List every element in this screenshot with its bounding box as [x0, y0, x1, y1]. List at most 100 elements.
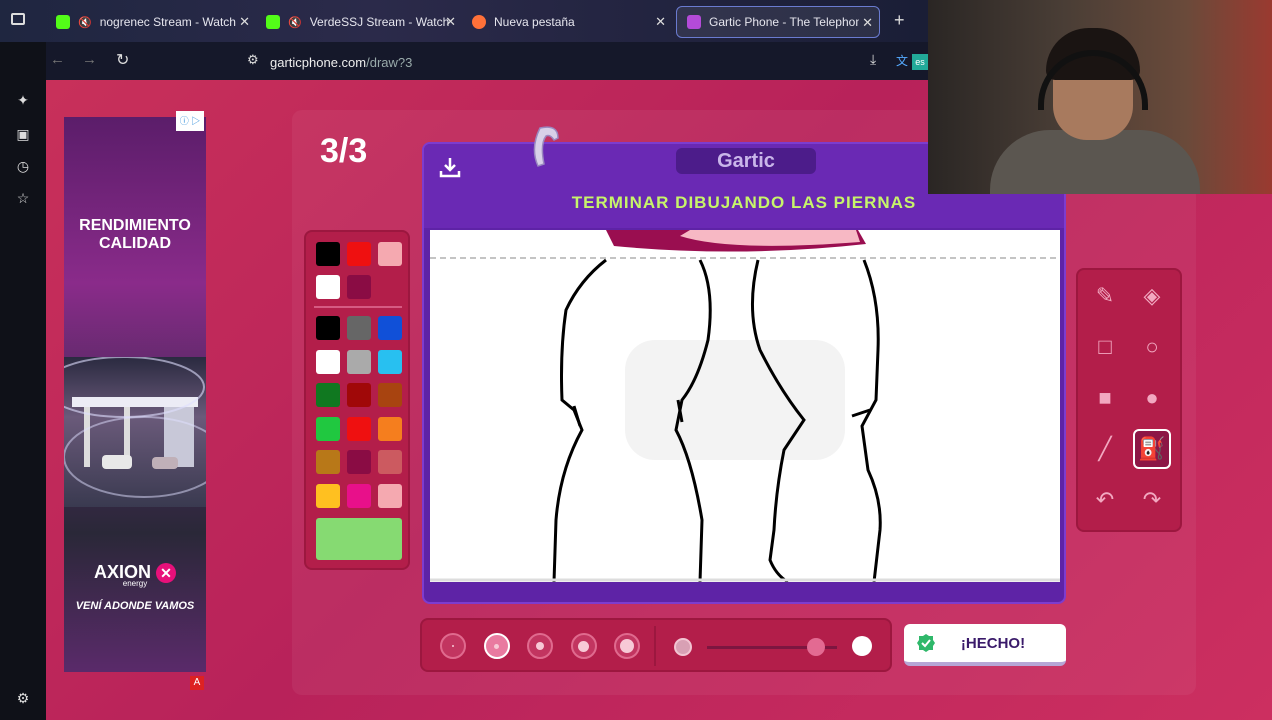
webcam-overlay	[928, 0, 1272, 194]
rect-fill-icon: ■	[1098, 385, 1112, 410]
color-swatch[interactable]	[347, 416, 371, 441]
checkmark-icon	[917, 634, 935, 652]
done-label: ¡HECHO!	[960, 634, 1026, 652]
line-tool-button[interactable]: ╱	[1086, 429, 1124, 469]
phone-handset-icon	[533, 126, 559, 167]
muted-icon[interactable]: 🔇	[78, 16, 92, 29]
divider	[654, 626, 656, 666]
translate-icon[interactable]: 文	[896, 52, 908, 69]
lang-badge[interactable]: es	[912, 54, 928, 70]
close-tab-icon[interactable]: ✕	[445, 14, 456, 30]
pencil-icon: ✎	[1095, 283, 1115, 308]
close-tab-icon[interactable]: ✕	[862, 15, 873, 31]
brush-size-dot	[452, 645, 454, 647]
circle-fill-icon: ●	[1145, 385, 1159, 410]
muted-icon[interactable]: 🔇	[288, 16, 302, 29]
round-counter: 3/3	[320, 132, 368, 170]
brush-size-button[interactable]	[483, 633, 510, 659]
color-palette	[304, 230, 410, 570]
rect-outline-tool-button[interactable]: □	[1086, 327, 1124, 367]
brush-size-button[interactable]	[614, 633, 640, 659]
color-swatch[interactable]	[347, 349, 371, 374]
download-drawing-icon[interactable]	[438, 156, 462, 178]
forward-icon[interactable]: →	[82, 51, 97, 68]
line-icon: ╱	[1098, 436, 1112, 461]
url-field[interactable]: garticphone.com/draw?3	[270, 55, 412, 70]
phone-icon	[687, 15, 701, 29]
ad-title-line2: CALIDAD	[99, 235, 171, 252]
color-swatch[interactable]	[316, 316, 340, 340]
color-swatch[interactable]	[347, 483, 371, 508]
color-swatch[interactable]	[316, 450, 340, 474]
tab-manager-icon[interactable]	[11, 13, 25, 25]
tool-panel: ✎ ◈ □ ○ ■ ● ╱ ⛽ ↶ ↷	[1076, 268, 1182, 532]
browser-tab-3[interactable]: Nueva pestaña ✕	[462, 8, 672, 36]
history-icon[interactable]: ◷	[14, 158, 32, 176]
color-swatch[interactable]	[378, 383, 402, 407]
ad-info-icon[interactable]: ⓘ ▷	[176, 111, 204, 131]
selected-color-preview	[316, 518, 402, 560]
color-swatch[interactable]	[347, 316, 371, 340]
opacity-slider-thumb[interactable]	[807, 638, 826, 656]
browser-tab-1[interactable]: 🔇 nogrenec Stream - Watch L ✕	[46, 8, 256, 36]
settings-icon[interactable]: ⚙	[14, 690, 32, 708]
drawing-canvas[interactable]	[430, 230, 1060, 582]
color-swatch[interactable]	[378, 416, 402, 441]
color-swatch[interactable]	[316, 275, 340, 299]
browser-sidebar: ✦ ▣ ◷ ☆ ⚙	[0, 42, 46, 720]
color-swatch[interactable]	[347, 383, 371, 407]
circle-outline-tool-button[interactable]: ○	[1133, 327, 1171, 367]
undo-icon: ↶	[1095, 487, 1115, 512]
download-icon[interactable]: ⤓	[870, 51, 876, 68]
close-tab-icon[interactable]: ✕	[239, 14, 250, 30]
done-button[interactable]: ¡HECHO!	[904, 624, 1066, 666]
tab-label: nogrenec Stream - Watch L	[99, 15, 240, 29]
ad-title: RENDIMIENTO CALIDAD	[64, 217, 206, 253]
color-swatch[interactable]	[316, 416, 340, 441]
color-swatch[interactable]	[316, 383, 340, 407]
url-host: garticphone.com	[270, 55, 367, 70]
rect-fill-tool-button[interactable]: ■	[1086, 378, 1124, 418]
bookmark-icon[interactable]: ☆	[14, 190, 32, 208]
fill-bucket-tool-button[interactable]: ⛽	[1133, 429, 1171, 469]
ad-banner[interactable]: RENDIMIENTO CALIDAD AXION ✕ energy VENÍ …	[46, 111, 225, 672]
color-swatch[interactable]	[347, 450, 371, 474]
brush-size-dot	[620, 639, 634, 653]
brush-size-button[interactable]	[570, 633, 597, 659]
palette-divider	[314, 306, 402, 308]
color-swatch[interactable]	[347, 242, 371, 266]
color-swatch[interactable]	[378, 349, 402, 374]
circle-outline-icon: ○	[1145, 334, 1159, 359]
color-swatch[interactable]	[378, 242, 402, 266]
new-tab-icon[interactable]: +	[894, 10, 905, 31]
brush-size-button[interactable]	[527, 633, 553, 659]
browser-tab-bar: 🔇 nogrenec Stream - Watch L ✕ 🔇 VerdeSSJ…	[0, 0, 928, 42]
brush-size-button[interactable]	[440, 633, 466, 659]
extension-icon[interactable]: ▣	[14, 126, 32, 144]
ad-title-line1: RENDIMIENTO	[79, 217, 191, 234]
tab-label: Nueva pestaña	[494, 15, 575, 29]
ad-choice-badge[interactable]: A	[190, 676, 204, 690]
color-swatch[interactable]	[316, 349, 340, 374]
browser-tab-2[interactable]: 🔇 VerdeSSJ Stream - Watch L ✕	[256, 8, 462, 36]
color-swatch[interactable]	[378, 483, 402, 508]
close-tab-icon[interactable]: ✕	[655, 14, 666, 30]
site-info-icon[interactable]: ⚙	[247, 52, 259, 68]
color-swatch[interactable]	[316, 483, 340, 508]
brush-size-dot	[494, 643, 499, 649]
circle-fill-tool-button[interactable]: ●	[1133, 378, 1171, 418]
pencil-tool-button[interactable]: ✎	[1086, 276, 1124, 316]
eraser-icon: ◈	[1143, 283, 1161, 308]
undo-tool-button[interactable]: ↶	[1086, 480, 1124, 520]
eraser-tool-button[interactable]: ◈	[1133, 276, 1171, 316]
sparkle-icon[interactable]: ✦	[14, 92, 32, 110]
color-swatch[interactable]	[316, 242, 340, 266]
browser-tab-4[interactable]: Gartic Phone - The Telephone C ✕	[676, 6, 880, 38]
firefox-icon	[472, 15, 486, 29]
color-swatch[interactable]	[378, 450, 402, 474]
reload-icon[interactable]: ↻	[116, 50, 129, 70]
back-icon[interactable]: ←	[50, 51, 65, 68]
color-swatch[interactable]	[347, 275, 371, 299]
redo-tool-button[interactable]: ↷	[1133, 480, 1171, 520]
color-swatch[interactable]	[378, 316, 402, 340]
